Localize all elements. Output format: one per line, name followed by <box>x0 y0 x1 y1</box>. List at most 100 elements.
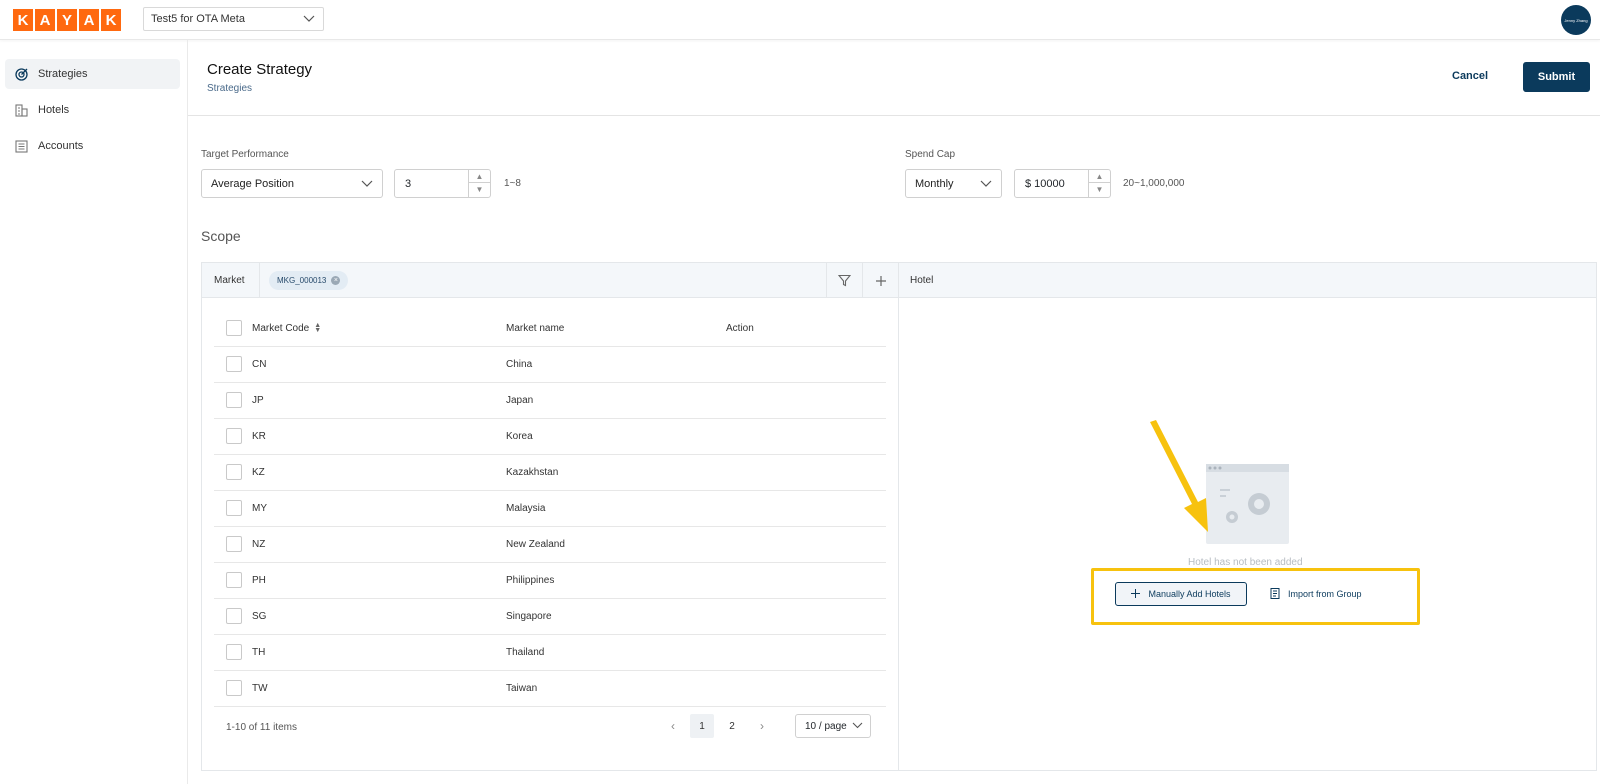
table-row[interactable]: TW Taiwan <box>214 670 886 707</box>
page-1-button[interactable]: 1 <box>690 714 714 738</box>
market-tag[interactable]: MKG_000013 × <box>269 271 349 290</box>
empty-state-message: Hotel has not been added <box>1188 557 1303 568</box>
market-code-cell: CN <box>252 346 506 383</box>
kayak-logo[interactable]: K A Y A K <box>13 9 121 31</box>
button-label: Manually Add Hotels <box>1148 589 1231 599</box>
market-name-cell: New Zealand <box>506 526 726 563</box>
logo-letter: K <box>101 9 121 31</box>
market-name-cell: Korea <box>506 418 726 455</box>
market-name-cell: Kazakhstan <box>506 454 726 491</box>
row-checkbox[interactable] <box>226 428 242 444</box>
market-code-cell: KR <box>252 418 506 455</box>
account-selector[interactable]: Test5 for OTA Meta <box>143 7 324 31</box>
target-value-stepper[interactable]: ▲ ▼ <box>468 170 490 197</box>
hotel-label: Hotel <box>910 275 934 286</box>
pagination-summary: 1-10 of 11 items <box>226 722 297 733</box>
spend-range-hint: 20~1,000,000 <box>1123 178 1185 189</box>
action-cell <box>726 634 886 671</box>
avatar[interactable]: Jenny Zhang <box>1561 5 1591 35</box>
chevron-down-icon[interactable]: ▼ <box>1089 183 1110 196</box>
spend-period-select[interactable]: Monthly <box>905 169 1002 198</box>
target-value-input[interactable]: 3 ▲ ▼ <box>394 169 491 198</box>
market-code-cell: KZ <box>252 454 506 491</box>
close-icon[interactable]: × <box>331 276 341 285</box>
spend-cap-stepper[interactable]: ▲ ▼ <box>1088 170 1110 197</box>
market-code-cell: MY <box>252 490 506 527</box>
page-header: Create Strategy Strategies Cancel Submit <box>188 40 1600 116</box>
manually-add-hotels-button[interactable]: Manually Add Hotels <box>1115 582 1247 606</box>
market-code-cell: TH <box>252 634 506 671</box>
table-row[interactable]: SG Singapore <box>214 598 886 635</box>
table-row[interactable]: MY Malaysia <box>214 490 886 527</box>
table-row[interactable]: TH Thailand <box>214 634 886 671</box>
sidebar-item-strategies[interactable]: Strategies <box>5 59 180 89</box>
column-header-market-code[interactable]: Market Code ▲ ▼ <box>252 311 506 347</box>
sidebar-item-label: Accounts <box>38 140 84 152</box>
chevron-up-icon[interactable]: ▲ <box>469 170 490 183</box>
target-metric-select[interactable]: Average Position <box>201 169 383 198</box>
sidebar-item-hotels[interactable]: Hotels <box>5 95 180 125</box>
sort-icon[interactable]: ▲ ▼ <box>314 322 321 334</box>
chevron-down-icon <box>361 178 373 191</box>
row-checkbox[interactable] <box>226 536 242 552</box>
table-row[interactable]: KZ Kazakhstan <box>214 454 886 491</box>
table-row[interactable]: NZ New Zealand <box>214 526 886 563</box>
target-icon <box>14 67 28 81</box>
scope-header: Market MKG_000013 × Hotel <box>202 263 1596 298</box>
submit-button[interactable]: Submit <box>1523 62 1590 92</box>
logo-letter: Y <box>57 9 77 31</box>
building-icon <box>14 103 28 117</box>
row-checkbox[interactable] <box>226 572 242 588</box>
action-cell <box>726 382 886 419</box>
row-checkbox[interactable] <box>226 608 242 624</box>
next-page-icon[interactable]: › <box>750 714 774 738</box>
target-value: 3 <box>405 178 412 190</box>
select-all-checkbox[interactable] <box>226 320 242 337</box>
sidebar: Strategies Hotels Accounts <box>0 40 188 784</box>
action-cell <box>726 346 886 383</box>
cancel-button[interactable]: Cancel <box>1452 70 1488 82</box>
market-name-cell: Japan <box>506 382 726 419</box>
spend-cap-label: Spend Cap <box>905 149 956 160</box>
page-size-value: 10 / page <box>805 721 847 732</box>
add-icon[interactable] <box>862 263 898 298</box>
row-checkbox[interactable] <box>226 680 242 696</box>
market-code-cell: JP <box>252 382 506 419</box>
button-label: Import from Group <box>1288 589 1362 599</box>
spend-period-value: Monthly <box>915 178 954 190</box>
table-row[interactable]: PH Philippines <box>214 562 886 599</box>
column-header-action: Action <box>726 311 886 347</box>
sidebar-item-accounts[interactable]: Accounts <box>5 131 180 161</box>
market-name-cell: Taiwan <box>506 670 726 707</box>
chevron-down-icon <box>980 178 992 191</box>
top-bar: K A Y A K Test5 for OTA Meta Jenny Zhang <box>0 0 1600 40</box>
table-row[interactable]: CN China <box>214 346 886 383</box>
breadcrumb[interactable]: Strategies <box>207 83 252 94</box>
account-selector-value: Test5 for OTA Meta <box>151 13 245 25</box>
market-code-cell: NZ <box>252 526 506 563</box>
filter-icon[interactable] <box>826 263 862 298</box>
logo-letter: K <box>13 9 33 31</box>
page-2-button[interactable]: 2 <box>720 714 744 738</box>
row-checkbox[interactable] <box>226 644 242 660</box>
import-from-group-button[interactable]: Import from Group <box>1270 582 1362 606</box>
row-checkbox[interactable] <box>226 464 242 480</box>
market-name-cell: Malaysia <box>506 490 726 527</box>
row-checkbox[interactable] <box>226 392 242 408</box>
row-checkbox[interactable] <box>226 500 242 516</box>
market-name-cell: Philippines <box>506 562 726 599</box>
column-header-market-name: Market name <box>506 311 726 347</box>
sidebar-item-label: Strategies <box>38 68 88 80</box>
spend-cap-input[interactable]: $ 10000 ▲ ▼ <box>1014 169 1111 198</box>
row-checkbox[interactable] <box>226 356 242 372</box>
market-code-cell: SG <box>252 598 506 635</box>
chevron-down-icon[interactable]: ▼ <box>469 183 490 196</box>
prev-page-icon[interactable]: ‹ <box>661 714 685 738</box>
logo-letter: A <box>35 9 55 31</box>
page-size-select[interactable]: 10 / page <box>795 714 871 738</box>
market-code-cell: PH <box>252 562 506 599</box>
table-row[interactable]: JP Japan <box>214 382 886 419</box>
chevron-up-icon[interactable]: ▲ <box>1089 170 1110 183</box>
target-performance-label: Target Performance <box>201 149 289 160</box>
table-row[interactable]: KR Korea <box>214 418 886 455</box>
